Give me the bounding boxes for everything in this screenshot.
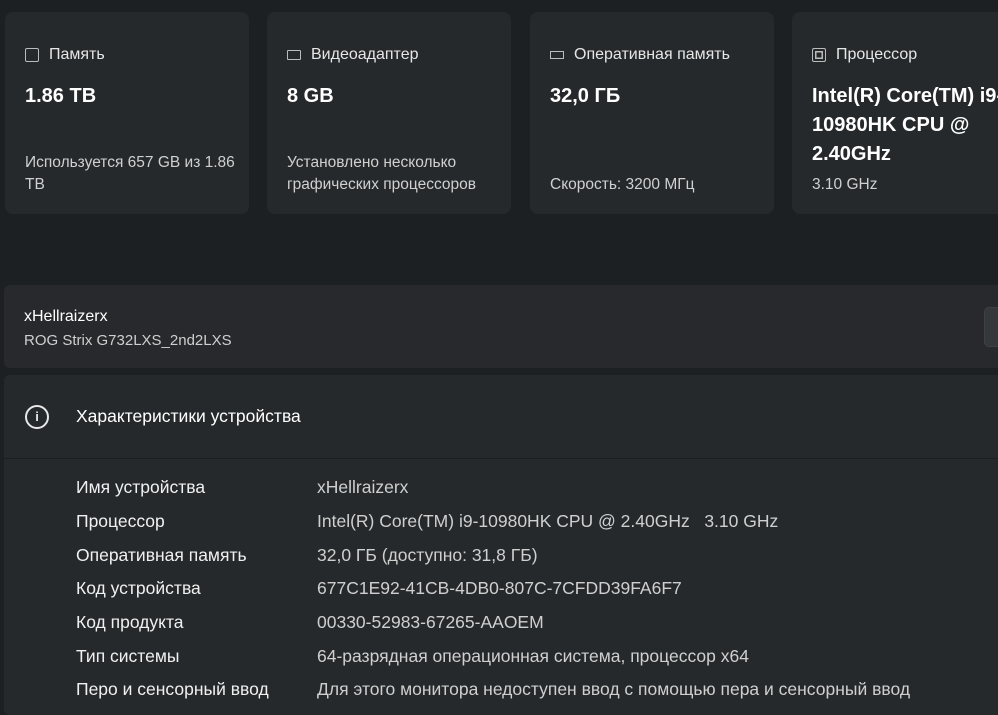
spec-value: 00330-52983-67265-AAOEM (317, 612, 544, 633)
section-title: Характеристики устройства (76, 406, 301, 426)
card-label: Видеоадаптер (311, 46, 419, 63)
cpu-icon (812, 48, 826, 62)
spec-row: Процессор Intel(R) Core(TM) i9-10980HK CP… (76, 505, 910, 539)
gpu-card[interactable]: Видеоадаптер 8 GB Установлено несколько … (267, 12, 511, 214)
card-sub: 3.10 GHz (812, 176, 878, 193)
card-value: 32,0 ГБ (550, 85, 621, 107)
device-model: ROG Strix G732LXS_2nd2LXS (24, 332, 232, 349)
spec-value: Intel(R) Core(TM) i9-10980HK CPU @ 2.40G… (317, 511, 779, 532)
storage-card[interactable]: Память 1.86 TB Используется 657 GB из 1.… (5, 12, 249, 214)
device-specs-header[interactable]: i Характеристики устройства (4, 375, 998, 459)
card-value: 8 GB (287, 85, 334, 107)
card-sub: Скорость: 3200 МГц (550, 176, 695, 193)
ram-card[interactable]: Оперативная память 32,0 ГБ Скорость: 320… (530, 12, 774, 214)
info-icon: i (25, 404, 49, 429)
card-label: Память (49, 46, 105, 63)
spec-row: Имя устройства xHellraizerx (76, 471, 910, 505)
card-label: Процессор (836, 46, 918, 63)
spec-value: 64-разрядная операционная система, проце… (317, 645, 749, 666)
spec-key: Код устройства (76, 578, 201, 599)
card-label: Оперативная память (574, 46, 730, 63)
spec-row: Тип системы 64-разрядная операционная сис… (76, 639, 910, 673)
spec-row: Код устройства 677C1E92-41CB-4DB0-807C-7C… (76, 572, 910, 606)
spec-value: xHellraizerx (317, 477, 409, 498)
hard-drive-icon (25, 48, 39, 62)
spec-value: 32,0 ГБ (доступно: 31,8 ГБ) (317, 544, 538, 565)
cpu-card[interactable]: Процессор Intel(R) Core(TM) i9-10980HK C… (792, 12, 998, 214)
device-specs-section: i Характеристики устройства Имя устройст… (4, 375, 998, 715)
card-sub: Используется 657 GB из 1.86 TB (25, 154, 235, 193)
ram-icon (550, 51, 564, 59)
spec-key: Код продукта (76, 612, 184, 633)
spec-key: Тип системы (76, 645, 180, 666)
card-value: 1.86 TB (25, 85, 97, 107)
device-name: xHellraizerx (24, 308, 108, 325)
spec-key: Имя устройства (76, 477, 206, 498)
spec-value: Для этого монитора недоступен ввод с пом… (317, 679, 911, 700)
gpu-icon (287, 50, 301, 60)
spec-key: Процессор (76, 511, 165, 532)
spec-row: Перо и сенсорный ввод Для этого монитора … (76, 673, 910, 707)
spec-value: 677C1E92-41CB-4DB0-807C-7CFDD39FA6F7 (317, 578, 682, 599)
card-sub: Установлено несколько графических процес… (287, 154, 476, 193)
spec-key: Перо и сенсорный ввод (76, 679, 269, 700)
spec-row: Код продукта 00330-52983-67265-AAOEM (76, 606, 910, 640)
spec-key: Оперативная память (76, 544, 247, 565)
spec-row: Оперативная память 32,0 ГБ (доступно: 31,… (76, 538, 910, 572)
device-name-panel: xHellraizerx ROG Strix G732LXS_2nd2LXS (4, 285, 998, 368)
card-value: Intel(R) Core(TM) i9-10980HK CPU @ 2.40G… (812, 85, 998, 165)
rename-button[interactable] (984, 307, 998, 347)
